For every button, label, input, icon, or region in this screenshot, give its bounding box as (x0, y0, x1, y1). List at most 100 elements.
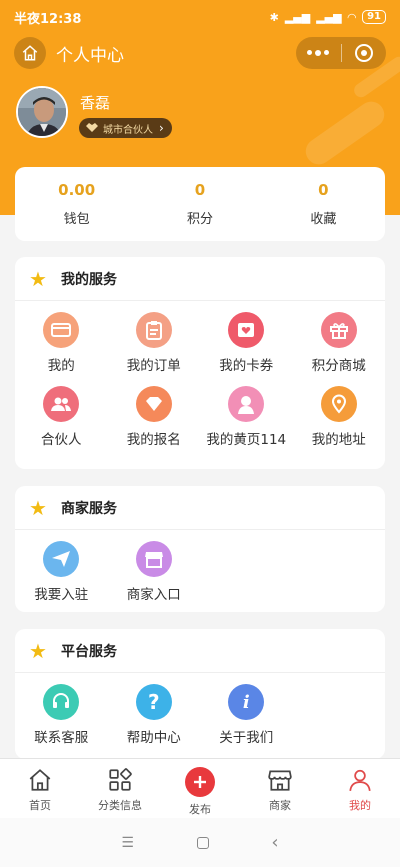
service-label: 我的 (47, 358, 75, 374)
signal-icon-2: ▂▄▆ (316, 10, 342, 24)
tab-bar: 首页 分类信息 发布 商家 我的 (0, 758, 400, 818)
category-icon (109, 768, 132, 791)
tab-mine[interactable]: 我的 (320, 759, 400, 818)
service-partners[interactable]: 合伙人 (15, 383, 108, 457)
stat-wallet[interactable]: 0.00 钱包 (15, 167, 138, 241)
status-bar: 半夜12:38 ✱ ▂▄▆ ▂▄▆ ◠ 91 (0, 0, 400, 34)
service-label: 商家入口 (126, 587, 181, 603)
tab-label: 首页 (29, 799, 51, 812)
home-square-icon[interactable] (196, 836, 209, 849)
service-orders[interactable]: 我的订单 (108, 309, 201, 383)
stat-points[interactable]: 0 积分 (138, 167, 261, 241)
service-label: 我要入驻 (34, 587, 89, 603)
tab-label: 发布 (189, 803, 211, 816)
stat-value: 0.00 (58, 181, 96, 199)
service-label: 帮助中心 (126, 730, 181, 746)
service-merchant-entry[interactable]: 商家入口 (108, 538, 201, 612)
signal-icon: ▂▄▆ (284, 10, 311, 24)
store-icon (135, 541, 172, 577)
stat-label: 收藏 (310, 212, 337, 227)
section-header: ★ 商家服务 (15, 486, 385, 530)
handshake-icon (85, 121, 99, 136)
page-title: 个人中心 (56, 45, 124, 66)
diamond-icon (135, 386, 172, 422)
miniprogram-capsule (296, 37, 386, 69)
tab-merchants[interactable]: 商家 (240, 759, 320, 818)
headset-icon (43, 684, 80, 720)
chevron-right-icon: › (159, 121, 164, 135)
service-yellow-pages[interactable]: 我的黄页114 (200, 383, 293, 457)
tab-label: 分类信息 (98, 799, 142, 812)
menu-icon[interactable]: ☰ (121, 835, 134, 851)
stat-label: 钱包 (63, 212, 90, 227)
stats-card: 0.00 钱包 0 积分 0 收藏 (15, 167, 385, 241)
star-icon: ★ (29, 638, 47, 663)
home-icon (22, 45, 38, 61)
service-about-us[interactable]: i 关于我们 (200, 681, 293, 755)
star-icon: ★ (29, 495, 47, 520)
close-miniprogram-button[interactable] (342, 37, 387, 69)
service-label: 我的卡券 (219, 358, 274, 374)
star-icon: ★ (29, 266, 47, 291)
back-icon[interactable]: ‹ (271, 832, 278, 853)
service-my[interactable]: 我的 (15, 309, 108, 383)
section-title: 平台服务 (61, 643, 117, 660)
title-bar: 个人中心 (0, 34, 400, 72)
tab-home[interactable]: 首页 (0, 759, 80, 818)
more-button[interactable] (296, 37, 341, 69)
tab-label: 我的 (349, 799, 371, 812)
home-icon (29, 769, 51, 791)
partner-badge[interactable]: 城市合伙人 › (79, 118, 172, 138)
service-contact-support[interactable]: 联系客服 (15, 681, 108, 755)
tab-label: 商家 (269, 799, 291, 812)
battery-icon: 91 (362, 10, 386, 24)
stat-value: 0 (194, 181, 206, 199)
section-title: 我的服务 (61, 271, 117, 288)
platform-services-card: ★ 平台服务 联系客服 ? 帮助中心 i 关于我们 (15, 629, 385, 759)
status-time: 半夜12:38 (14, 11, 82, 27)
system-nav-bar: ☰ ‹ (0, 818, 400, 867)
service-coupons[interactable]: 我的卡券 (200, 309, 293, 383)
home-button[interactable] (14, 37, 46, 69)
stat-favorites[interactable]: 0 收藏 (262, 167, 385, 241)
info-icon: i (228, 684, 265, 720)
service-join[interactable]: 我要入驻 (15, 538, 108, 612)
service-registrations[interactable]: 我的报名 (108, 383, 201, 457)
service-label: 联系客服 (34, 730, 89, 746)
service-address[interactable]: 我的地址 (293, 383, 386, 457)
service-label: 我的地址 (311, 432, 366, 448)
more-icon (307, 50, 330, 56)
bluetooth-icon: ✱ (269, 10, 279, 24)
wifi-icon: ◠ (347, 10, 357, 24)
gift-icon (320, 312, 357, 348)
tab-publish[interactable]: 发布 (160, 759, 240, 818)
shop-icon (268, 770, 292, 791)
tab-categories[interactable]: 分类信息 (80, 759, 160, 818)
plus-icon (185, 767, 215, 797)
service-label: 关于我们 (219, 730, 274, 746)
merchant-services-card: ★ 商家服务 我要入驻 商家入口 (15, 486, 385, 612)
help-icon: ? (135, 684, 172, 720)
section-title: 商家服务 (61, 500, 117, 517)
avatar[interactable] (16, 86, 68, 138)
service-label: 我的黄页114 (206, 432, 287, 448)
profile-icon (349, 769, 371, 791)
partners-icon (43, 386, 80, 422)
coupon-icon (228, 312, 265, 348)
service-label: 合伙人 (41, 432, 82, 448)
service-label: 积分商城 (311, 358, 366, 374)
user-name: 香磊 (80, 94, 111, 112)
stat-value: 0 (318, 181, 329, 199)
service-label: 我的报名 (126, 432, 181, 448)
person-icon (228, 386, 265, 422)
service-label: 我的订单 (126, 358, 181, 374)
badge-label: 城市合伙人 (103, 124, 153, 136)
send-icon (43, 541, 80, 577)
section-header: ★ 平台服务 (15, 629, 385, 673)
service-help-center[interactable]: ? 帮助中心 (108, 681, 201, 755)
section-header: ★ 我的服务 (15, 257, 385, 301)
my-services-card: ★ 我的服务 我的 我的订单 我的卡券 积分商城 合伙人 我的报名 我的黄页11… (15, 257, 385, 469)
card-icon (43, 312, 80, 348)
location-icon (320, 386, 357, 422)
service-points-mall[interactable]: 积分商城 (293, 309, 386, 383)
